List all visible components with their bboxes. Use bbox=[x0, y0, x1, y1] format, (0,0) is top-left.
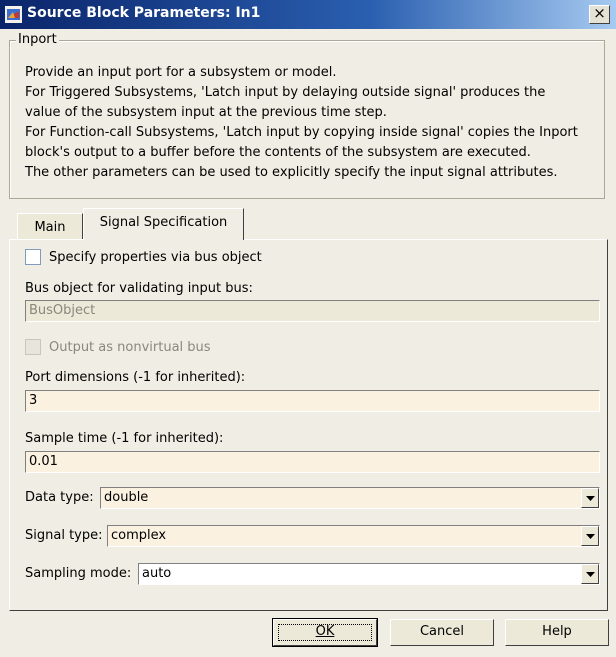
data-type-value: double bbox=[104, 490, 149, 505]
tab-signal-specification-label: Signal Specification bbox=[99, 215, 228, 230]
simulink-block-icon bbox=[5, 6, 22, 23]
bus-object-field: BusObject bbox=[25, 300, 600, 322]
close-icon: × bbox=[593, 4, 606, 22]
port-dimensions-input[interactable]: 3 bbox=[25, 390, 600, 412]
help-button-label: Help bbox=[542, 624, 572, 639]
data-type-label: Data type: bbox=[25, 490, 94, 505]
chevron-down-icon[interactable] bbox=[581, 488, 599, 508]
nonvirtual-bus-checkbox-label: Output as nonvirtual bus bbox=[49, 340, 211, 355]
tab-main-label: Main bbox=[34, 220, 66, 235]
help-button[interactable]: Help bbox=[505, 619, 609, 646]
chevron-down-icon[interactable] bbox=[581, 526, 599, 546]
bus-object-label: Bus object for validating input bus: bbox=[25, 281, 253, 296]
bus-object-checkbox[interactable] bbox=[25, 249, 41, 265]
sample-time-input[interactable]: 0.01 bbox=[25, 451, 600, 473]
ok-button[interactable]: OK bbox=[272, 618, 378, 647]
ok-button-label: OK bbox=[315, 624, 335, 639]
tab-main[interactable]: Main bbox=[17, 213, 83, 239]
bus-object-checkbox-label: Specify properties via bus object bbox=[49, 250, 262, 265]
chevron-down-icon[interactable] bbox=[581, 564, 599, 584]
cancel-button-label: Cancel bbox=[419, 624, 465, 639]
sampling-mode-dropdown[interactable]: auto bbox=[138, 563, 600, 585]
nonvirtual-bus-checkbox bbox=[25, 339, 41, 355]
signal-type-label: Signal type: bbox=[25, 528, 103, 543]
signal-type-dropdown[interactable]: complex bbox=[107, 525, 600, 547]
close-button[interactable]: × bbox=[589, 5, 610, 24]
port-dimensions-label: Port dimensions (-1 for inherited): bbox=[25, 370, 246, 385]
block-description: Provide an input port for a subsystem or… bbox=[25, 65, 578, 180]
cancel-button[interactable]: Cancel bbox=[390, 619, 494, 646]
sampling-mode-label: Sampling mode: bbox=[25, 566, 132, 581]
groupbox-title: Inport bbox=[16, 32, 59, 47]
window-title: Source Block Parameters: In1 bbox=[27, 5, 261, 21]
tab-signal-specification[interactable]: Signal Specification bbox=[83, 208, 244, 240]
sampling-mode-value: auto bbox=[142, 566, 172, 581]
signal-type-value: complex bbox=[111, 528, 167, 543]
title-bar: Source Block Parameters: In1 × bbox=[0, 0, 616, 29]
sample-time-label: Sample time (-1 for inherited): bbox=[25, 431, 224, 446]
data-type-dropdown[interactable]: double bbox=[100, 487, 600, 509]
